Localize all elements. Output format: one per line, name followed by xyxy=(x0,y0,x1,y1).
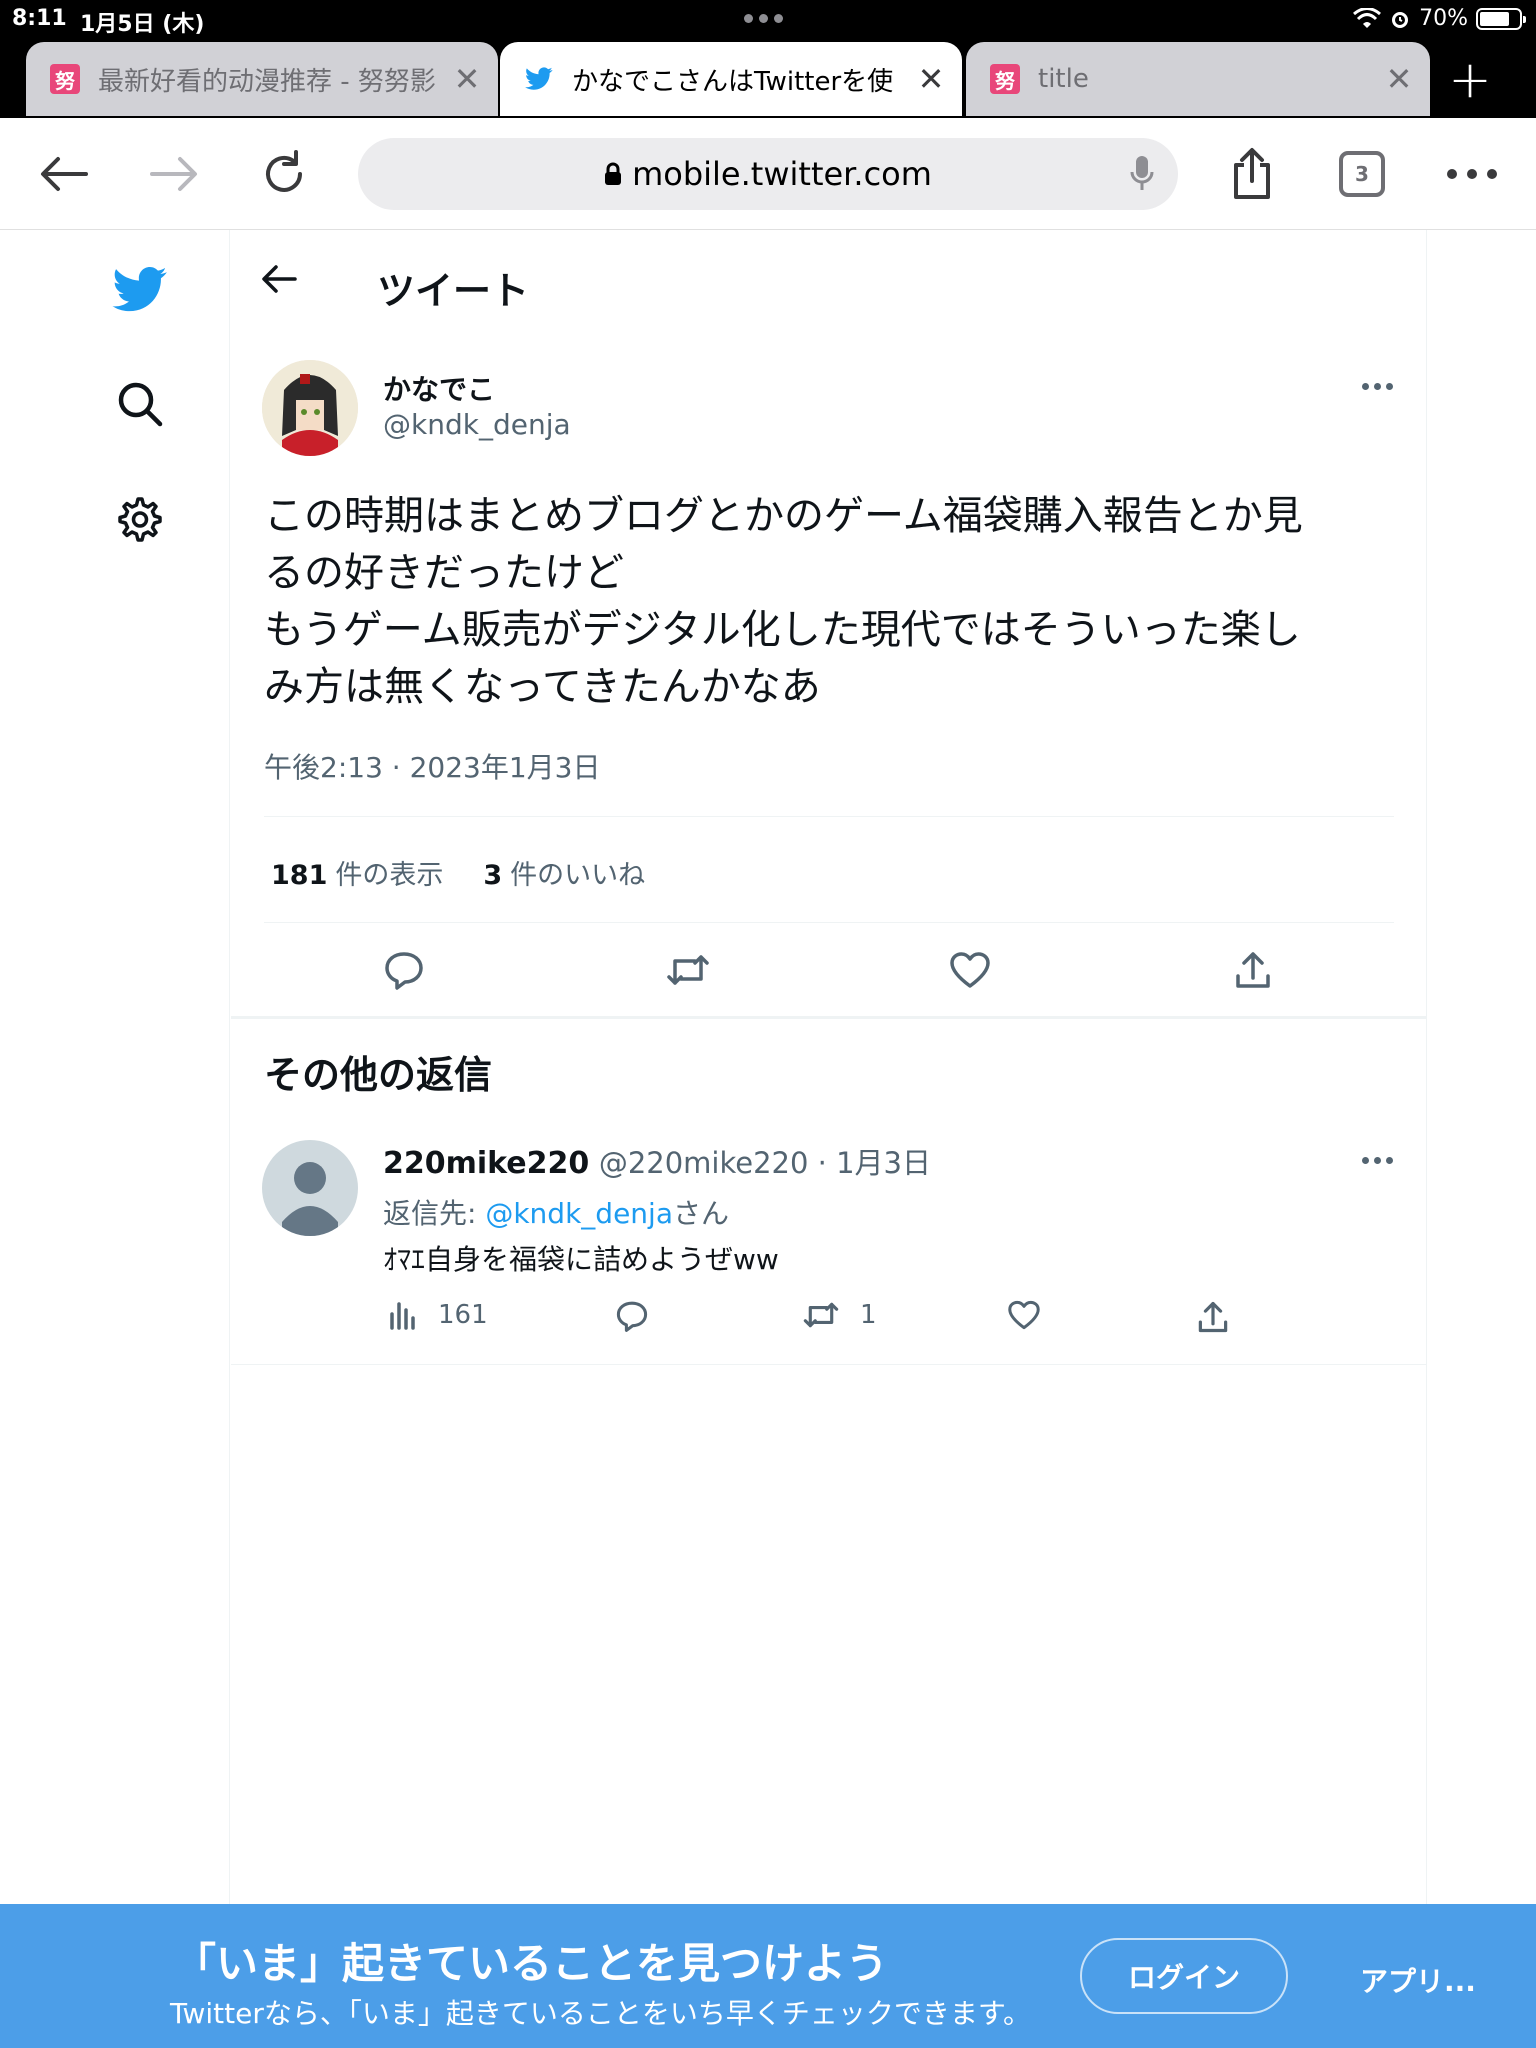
column-border xyxy=(1426,230,1427,2048)
divider xyxy=(231,1364,1426,1365)
status-date: 1月5日 (木) xyxy=(80,12,205,37)
lock-icon xyxy=(605,162,622,185)
tab-overview-button[interactable]: 3 xyxy=(1332,144,1392,204)
share-icon[interactable] xyxy=(1222,144,1282,204)
tweet-text-line: もうゲーム販売がデジタル化した現代ではそういった楽し xyxy=(264,607,1301,653)
left-navigation xyxy=(0,230,230,2048)
tab-title: 最新好看的动漫推荐 - 努努影 xyxy=(98,66,436,97)
browser-tab-1[interactable]: 努 最新好看的动漫推荐 - 努努影 ✕ xyxy=(26,42,498,116)
signup-banner: 「いま」起きていることを見つけよう Twitterなら、「いま」起きていることを… xyxy=(0,1904,1536,2048)
retweet-icon xyxy=(803,1302,839,1328)
share-icon xyxy=(1198,1301,1228,1333)
views-count: 161 xyxy=(438,1300,488,1330)
browser-tab-3[interactable]: 努 title ✕ xyxy=(966,42,1430,116)
more-options-icon[interactable] xyxy=(1362,383,1393,390)
reply-icon[interactable] xyxy=(376,942,432,998)
page-title: ツイート xyxy=(377,269,530,313)
browser-toolbar: mobile.twitter.com 3 xyxy=(0,118,1536,230)
back-arrow-icon[interactable] xyxy=(34,144,94,204)
tweet-text-line: るの好きだったけど xyxy=(264,550,624,596)
analytics-bars-icon xyxy=(390,1302,415,1330)
retweet-icon[interactable] xyxy=(660,942,716,998)
open-app-button[interactable]: アプリ... xyxy=(1360,1960,1476,2000)
close-tab-icon[interactable]: ✕ xyxy=(916,60,946,98)
more-options-icon[interactable] xyxy=(1362,1157,1393,1164)
reply-reply-button[interactable] xyxy=(615,1300,649,1332)
reply-icon xyxy=(616,1301,648,1332)
battery-percent: 70% xyxy=(1419,6,1468,31)
multitasking-dots-icon[interactable] xyxy=(744,14,783,23)
section-separator xyxy=(231,1016,1426,1019)
close-tab-icon[interactable]: ✕ xyxy=(1384,60,1414,98)
divider xyxy=(264,922,1394,923)
author-handle[interactable]: @kndk_denja xyxy=(383,408,571,441)
reply-header: 220mike220 @220mike220 · 1月3日 xyxy=(383,1140,931,1182)
tweet-text: この時期はまとめブログとかのゲーム福袋購入報告とか見 るの好きだったけど もうゲ… xyxy=(264,488,1404,716)
browser-tab-2[interactable]: かなでこさんはTwitterを使 ✕ xyxy=(500,42,962,116)
twitter-logo-icon[interactable] xyxy=(110,260,170,320)
banner-headline: 「いま」起きていることを見つけよう xyxy=(174,1939,889,1988)
reply-text: ｵﾏｴ自身を福袋に詰めようぜww xyxy=(383,1243,779,1276)
tweet-text-line: み方は無くなってきたんかなあ xyxy=(264,664,821,710)
tab-favicon: 努 xyxy=(990,64,1020,94)
section-title: その他の返信 xyxy=(264,1053,493,1097)
tab-title: かなでこさんはTwitterを使 xyxy=(572,66,894,97)
avatar[interactable] xyxy=(262,1140,358,1236)
search-icon[interactable] xyxy=(110,374,170,434)
divider xyxy=(264,816,1394,817)
tweet-text-line: この時期はまとめブログとかのゲーム福袋購入報告とか見 xyxy=(264,493,1303,539)
status-right: 70% xyxy=(1353,6,1526,31)
alarm-icon xyxy=(1392,11,1409,28)
battery-icon xyxy=(1476,7,1526,30)
tweet-stats: 181 件の表示 3 件のいいね xyxy=(271,853,645,892)
views-stat[interactable]: 181 件の表示 xyxy=(271,853,443,892)
reply-author-name[interactable]: 220mike220 xyxy=(383,1146,589,1181)
like-heart-icon xyxy=(1008,1300,1040,1330)
tab-count: 3 xyxy=(1339,151,1385,197)
wifi-icon xyxy=(1353,7,1382,28)
address-bar[interactable]: mobile.twitter.com xyxy=(358,138,1178,210)
tab-bar: 努 最新好看的动漫推荐 - 努努影 ✕ かなでこさんはTwitterを使 ✕ 努… xyxy=(0,40,1536,118)
retweet-count: 1 xyxy=(860,1300,877,1330)
page-header: ツイート xyxy=(231,230,1426,336)
banner-subtext: Twitterなら、「いま」起きていることをいち早くチェックできます。 xyxy=(170,1997,1032,2030)
new-tab-plus-icon[interactable]: + xyxy=(1440,40,1500,120)
forward-arrow-icon[interactable] xyxy=(144,144,204,204)
reply-handle-date[interactable]: @220mike220 · 1月3日 xyxy=(599,1146,931,1180)
author-name[interactable]: かなでこ xyxy=(383,368,495,408)
reply-retweet-button[interactable]: 1 xyxy=(802,1300,877,1330)
reply-share-button[interactable] xyxy=(1197,1300,1229,1334)
likes-stat[interactable]: 3 件のいいね xyxy=(483,853,645,892)
tweet-timestamp[interactable]: 午後2:13 · 2023年1月3日 xyxy=(264,746,600,786)
status-bar: 8:11 1月5日 (木) 70% xyxy=(0,0,1536,40)
like-heart-icon[interactable] xyxy=(942,942,998,998)
reload-icon[interactable] xyxy=(254,144,314,204)
login-button[interactable]: ログイン xyxy=(1080,1938,1288,2014)
tab-favicon: 努 xyxy=(50,64,80,94)
more-menu-icon[interactable] xyxy=(1442,144,1502,204)
microphone-icon[interactable] xyxy=(1130,154,1154,194)
settings-gear-icon[interactable] xyxy=(110,490,170,550)
reply-views[interactable]: 161 xyxy=(388,1300,488,1330)
close-tab-icon[interactable]: ✕ xyxy=(452,60,482,98)
avatar[interactable] xyxy=(262,360,358,456)
share-icon[interactable] xyxy=(1225,942,1281,998)
mention-link[interactable]: @kndk_denja xyxy=(485,1197,673,1230)
tab-title: title xyxy=(1038,64,1089,94)
replying-to: 返信先: @kndk_denjaさん xyxy=(383,1197,729,1230)
status-time: 8:11 xyxy=(12,6,67,31)
url-text: mobile.twitter.com xyxy=(632,155,932,193)
back-arrow-icon[interactable] xyxy=(261,264,297,298)
twitter-bird-icon xyxy=(524,64,554,94)
reply-like-button[interactable] xyxy=(1007,1300,1041,1330)
